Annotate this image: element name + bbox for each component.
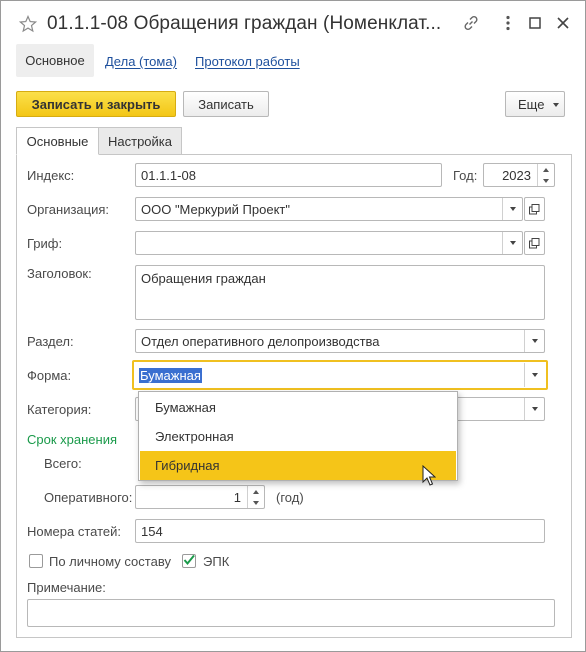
operative-up-icon[interactable]	[248, 486, 264, 497]
more-button[interactable]: Еще	[505, 91, 565, 117]
year-value: 2023	[502, 167, 531, 183]
operative-value: 1	[233, 489, 241, 505]
epk-label: ЭПК	[203, 554, 230, 569]
dropdown-option[interactable]: Бумажная	[140, 393, 456, 422]
nav-protocol[interactable]: Протокол работы	[195, 54, 300, 69]
note-label: Примечание:	[27, 580, 106, 595]
more-button-label: Еще	[518, 96, 545, 112]
chevron-down-icon	[509, 207, 516, 211]
storage-group-title: Срок хранения	[27, 432, 117, 447]
grif-field[interactable]	[135, 231, 523, 255]
grif-open-button[interactable]	[524, 231, 545, 255]
save-button[interactable]: Записать	[183, 91, 269, 117]
form-dropdown-button[interactable]	[524, 363, 544, 387]
index-label: Индекс:	[27, 168, 75, 183]
grif-dropdown-button[interactable]	[502, 232, 522, 254]
total-label: Всего:	[44, 456, 82, 471]
personal-checkbox[interactable]	[29, 554, 43, 568]
chevron-down-icon	[553, 103, 559, 107]
year-stepper[interactable]	[537, 164, 554, 186]
category-dropdown-button[interactable]	[524, 398, 544, 420]
star-icon[interactable]	[19, 15, 37, 33]
maximize-icon[interactable]	[526, 14, 544, 32]
chevron-down-icon	[531, 339, 538, 343]
check-icon	[183, 554, 195, 566]
org-label: Организация:	[27, 202, 110, 217]
header-field[interactable]: Обращения граждан	[135, 265, 545, 320]
org-open-button[interactable]	[524, 197, 545, 221]
dropdown-option-highlighted[interactable]: Гибридная	[140, 451, 456, 480]
year-down-icon[interactable]	[538, 175, 554, 186]
operative-stepper[interactable]	[247, 486, 264, 508]
link-icon[interactable]	[462, 14, 480, 32]
form-label: Форма:	[27, 368, 72, 383]
section-label: Раздел:	[27, 334, 74, 349]
cursor-icon	[422, 465, 436, 486]
form-window: 01.1.1-08 Обращения граждан (Номенклат..…	[0, 0, 586, 652]
epk-checkbox[interactable]	[182, 554, 196, 568]
index-field[interactable]: 01.1.1-08	[135, 163, 442, 187]
open-icon	[529, 203, 540, 214]
article-field[interactable]: 154	[135, 519, 545, 543]
grif-label: Гриф:	[27, 236, 63, 251]
tab-settings[interactable]: Настройка	[98, 127, 182, 155]
chevron-down-icon	[531, 373, 538, 377]
tab-main[interactable]: Основные	[16, 127, 99, 155]
year-up-icon[interactable]	[538, 164, 554, 175]
section-field[interactable]: Отдел оперативного делопроизводства	[135, 329, 545, 353]
chevron-down-icon	[509, 241, 516, 245]
save-close-button[interactable]: Записать и закрыть	[16, 91, 176, 117]
open-icon	[529, 237, 540, 248]
operative-unit: (год)	[276, 490, 304, 505]
close-icon[interactable]	[554, 14, 572, 32]
header-label: Заголовок:	[27, 266, 92, 281]
operative-label: Оперативного:	[44, 490, 133, 505]
operative-field[interactable]: 1	[135, 485, 265, 509]
window-title: 01.1.1-08 Обращения граждан (Номенклат..…	[47, 13, 442, 34]
operative-down-icon[interactable]	[248, 497, 264, 508]
nav-cases[interactable]: Дела (тома)	[105, 54, 177, 69]
section-dropdown-button[interactable]	[524, 330, 544, 352]
form-field[interactable]: Бумажная	[132, 360, 548, 390]
category-label: Категория:	[27, 402, 92, 417]
chevron-down-icon	[531, 407, 538, 411]
note-field[interactable]	[27, 599, 555, 627]
org-field[interactable]: ООО "Меркурий Проект"	[135, 197, 523, 221]
form-dropdown-list: Бумажная Электронная Гибридная	[138, 391, 458, 481]
article-label: Номера статей:	[27, 524, 122, 539]
nav-main[interactable]: Основное	[16, 44, 94, 77]
personal-label: По личному составу	[49, 554, 171, 569]
year-label: Год:	[453, 168, 478, 183]
form-field-value: Бумажная	[139, 367, 202, 383]
org-dropdown-button[interactable]	[502, 198, 522, 220]
more-icon[interactable]	[499, 14, 517, 32]
dropdown-option[interactable]: Электронная	[140, 422, 456, 451]
